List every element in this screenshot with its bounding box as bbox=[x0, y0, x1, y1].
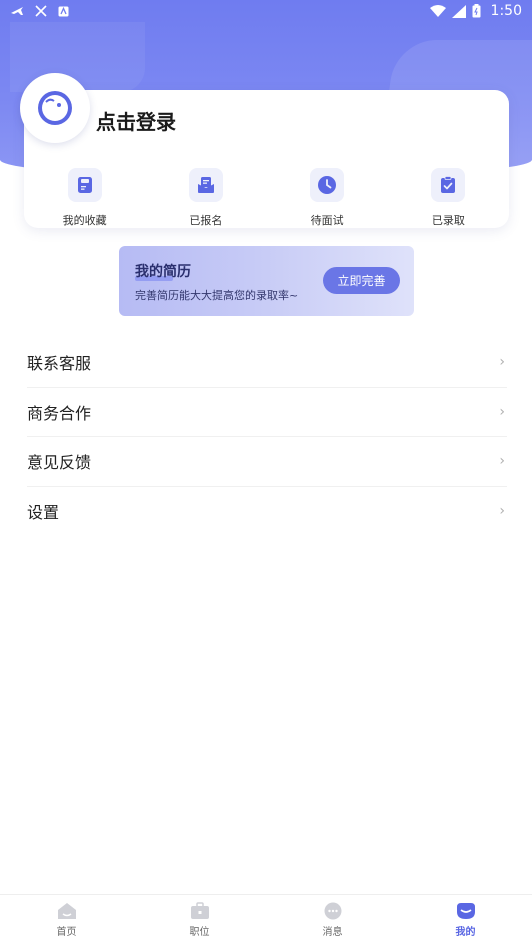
avatar[interactable] bbox=[20, 73, 90, 143]
resume-subtitle: 完善简历能大大提高您的录取率~ bbox=[135, 289, 299, 302]
menu-item-label: 联系客服 bbox=[27, 354, 92, 374]
home-icon bbox=[57, 903, 76, 919]
status-bar: 1:50 bbox=[0, 0, 532, 22]
nav-tab-jobs[interactable]: 职位 bbox=[133, 895, 266, 944]
airplane-icon bbox=[10, 4, 24, 18]
clock-icon bbox=[310, 168, 345, 202]
menu-item-business-cooperation[interactable]: 商务合作 › bbox=[27, 388, 507, 437]
wifi-icon bbox=[429, 4, 446, 18]
menu-item-settings[interactable]: 设置 › bbox=[27, 487, 507, 537]
clipboard-check-icon bbox=[431, 168, 466, 202]
resume-banner[interactable]: 我的简历 完善简历能大大提高您的录取率~ 立即完善 bbox=[119, 246, 414, 316]
quick-action-applied[interactable]: 已报名 bbox=[145, 168, 266, 228]
nav-tab-label: 我的 bbox=[455, 927, 476, 938]
battery-icon bbox=[472, 4, 481, 18]
menu-item-feedback[interactable]: 意见反馈 › bbox=[27, 437, 507, 487]
quick-actions: 我的收藏 已报名 待面试 已录取 bbox=[24, 168, 509, 228]
app-notification-icon bbox=[58, 6, 69, 17]
nav-tab-home[interactable]: 首页 bbox=[0, 895, 133, 944]
chevron-right-icon: › bbox=[499, 503, 505, 520]
envelope-icon bbox=[188, 168, 223, 202]
quick-action-label: 已录取 bbox=[431, 214, 465, 227]
nav-tab-profile[interactable]: 我的 bbox=[399, 895, 532, 944]
menu-item-label: 意见反馈 bbox=[27, 453, 92, 473]
quick-action-label: 我的收藏 bbox=[62, 214, 107, 227]
complete-resume-button[interactable]: 立即完善 bbox=[323, 267, 400, 294]
resume-title: 我的简历 bbox=[135, 264, 191, 280]
nav-tab-label: 消息 bbox=[322, 927, 343, 938]
settings-menu: 联系客服 › 商务合作 › 意见反馈 › 设置 › bbox=[27, 338, 507, 536]
status-time: 1:50 bbox=[490, 3, 522, 19]
quick-action-hired[interactable]: 已录取 bbox=[388, 168, 509, 228]
login-prompt[interactable]: 点击登录 bbox=[96, 106, 176, 135]
menu-item-label: 商务合作 bbox=[27, 403, 92, 423]
profile-icon bbox=[456, 903, 475, 919]
nav-tab-label: 职位 bbox=[189, 927, 210, 938]
chat-icon bbox=[324, 902, 341, 920]
quick-action-interview[interactable]: 待面试 bbox=[267, 168, 388, 228]
close-icon bbox=[34, 4, 48, 18]
nav-tab-label: 首页 bbox=[56, 927, 77, 938]
signal-icon bbox=[451, 4, 466, 18]
chevron-right-icon: › bbox=[499, 403, 505, 420]
chevron-right-icon: › bbox=[499, 354, 505, 371]
menu-item-customer-service[interactable]: 联系客服 › bbox=[27, 338, 507, 388]
quick-action-favorites[interactable]: 我的收藏 bbox=[24, 168, 145, 228]
menu-item-label: 设置 bbox=[27, 503, 60, 523]
avatar-face-icon bbox=[38, 91, 72, 125]
bottom-navigation: 首页 职位 消息 我的 bbox=[0, 894, 532, 944]
quick-action-label: 已报名 bbox=[189, 214, 223, 227]
chevron-right-icon: › bbox=[499, 453, 505, 470]
quick-action-label: 待面试 bbox=[310, 214, 344, 227]
nav-tab-messages[interactable]: 消息 bbox=[266, 895, 399, 944]
briefcase-icon bbox=[190, 902, 209, 919]
bookmark-icon bbox=[67, 168, 102, 202]
